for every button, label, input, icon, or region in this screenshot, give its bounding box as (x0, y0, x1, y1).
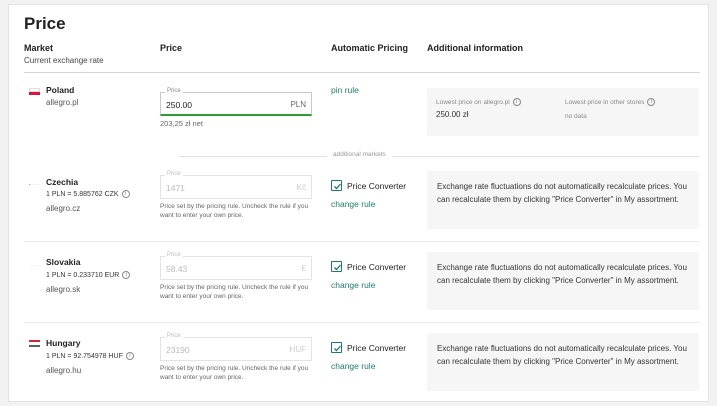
exchange-rate-hungary: 1 PLN = 92.754978 HUF i (46, 352, 134, 360)
price-input-hungary: Price 23190 HUF (160, 333, 312, 361)
price-value: 58.43 (166, 264, 188, 274)
market-domain-czechia: allegro.cz (46, 204, 81, 213)
price-converter-checkbox-hungary[interactable] (331, 342, 342, 353)
page-title: Price (24, 14, 66, 33)
pin-rule-link[interactable]: pin rule (331, 85, 359, 95)
market-name-hungary: Hungary (46, 338, 81, 348)
price-currency: Kč (296, 183, 306, 192)
change-rule-link-czechia[interactable]: change rule (331, 199, 375, 209)
info-icon[interactable]: i (512, 98, 521, 106)
poland-flag-icon (29, 88, 40, 95)
header-divider (24, 72, 700, 73)
header-price: Price (160, 43, 183, 53)
additional-markets-label: additional markets (327, 151, 392, 158)
price-converter-checkbox-czechia[interactable] (331, 180, 342, 191)
slovakia-flag-icon (29, 259, 40, 266)
info-box-hungary: Exchange rate fluctuations do not automa… (427, 333, 699, 391)
price-help-slovakia: Price set by the pricing rule. Uncheck t… (160, 284, 309, 300)
info-box-czechia: Exchange rate fluctuations do not automa… (427, 171, 699, 229)
lowest-price-box: Lowest price on allegro.pl i 250.00 zł Lo… (427, 88, 699, 136)
price-legend: Price (165, 333, 183, 339)
lowest-price-label: Lowest price on allegro.pl i (436, 98, 521, 106)
info-text: Exchange rate fluctuations do not automa… (437, 263, 687, 285)
market-name-slovakia: Slovakia (46, 257, 81, 267)
price-input-slovakia: Price 58.43 € (160, 252, 312, 280)
change-rule-link-hungary[interactable]: change rule (331, 361, 375, 371)
header-market: Market (24, 43, 54, 53)
info-icon[interactable]: i (121, 190, 130, 198)
price-currency: € (301, 264, 306, 273)
price-value: 23190 (166, 345, 190, 355)
info-icon[interactable]: i (647, 98, 656, 106)
market-domain-hungary: allegro.hu (46, 366, 82, 375)
price-converter-label: Price Converter (347, 343, 407, 353)
price-value: 1471 (166, 183, 185, 193)
price-currency: HUF (289, 345, 306, 354)
price-legend: Price (165, 171, 183, 177)
price-converter-label: Price Converter (347, 181, 407, 191)
hungary-flag-icon (29, 340, 40, 347)
info-icon[interactable]: i (125, 352, 134, 360)
change-rule-link-slovakia[interactable]: change rule (331, 280, 375, 290)
market-domain-slovakia: allegro.sk (46, 285, 81, 294)
info-icon[interactable]: i (122, 271, 131, 279)
exchange-rate-slovakia: 1 PLN = 0.233710 EUR i (46, 271, 131, 279)
price-converter-checkbox-slovakia[interactable] (331, 261, 342, 272)
price-legend: Price (165, 88, 183, 94)
price-input-czechia: Price 1471 Kč (160, 171, 312, 199)
other-stores-value: no data (565, 113, 587, 120)
exchange-rate-czechia: 1 PLN = 5.885762 CZK i (46, 190, 130, 198)
info-text: Exchange rate fluctuations do not automa… (437, 182, 687, 204)
header-additional-info: Additional information (427, 43, 523, 53)
other-stores-label: Lowest price in other stores i (565, 98, 656, 106)
price-value[interactable]: 250.00 (166, 100, 192, 110)
price-converter-label: Price Converter (347, 262, 407, 272)
price-help-hungary: Price set by the pricing rule. Uncheck t… (160, 365, 309, 381)
lowest-price-value: 250.00 zł (436, 110, 469, 119)
info-box-slovakia: Exchange rate fluctuations do not automa… (427, 252, 699, 310)
row-divider (24, 322, 700, 323)
price-input-poland[interactable]: Price 250.00 PLN (160, 88, 312, 116)
row-divider (24, 241, 700, 242)
header-market-sub: Current exchange rate (24, 56, 104, 65)
market-domain-poland: allegro.pl (46, 98, 79, 107)
header-automatic-pricing: Automatic Pricing (331, 43, 409, 53)
price-card: Price Market Current exchange rate Price… (8, 4, 709, 402)
additional-markets-divider (179, 156, 699, 157)
czechia-flag-icon (29, 178, 40, 185)
market-name-poland: Poland (46, 85, 75, 95)
price-legend: Price (165, 252, 183, 258)
info-text: Exchange rate fluctuations do not automa… (437, 344, 687, 366)
net-price-poland: 203,25 zł net (160, 119, 203, 128)
price-currency: PLN (290, 100, 306, 109)
market-name-czechia: Czechia (46, 177, 79, 187)
price-help-czechia: Price set by the pricing rule. Uncheck t… (160, 203, 309, 219)
